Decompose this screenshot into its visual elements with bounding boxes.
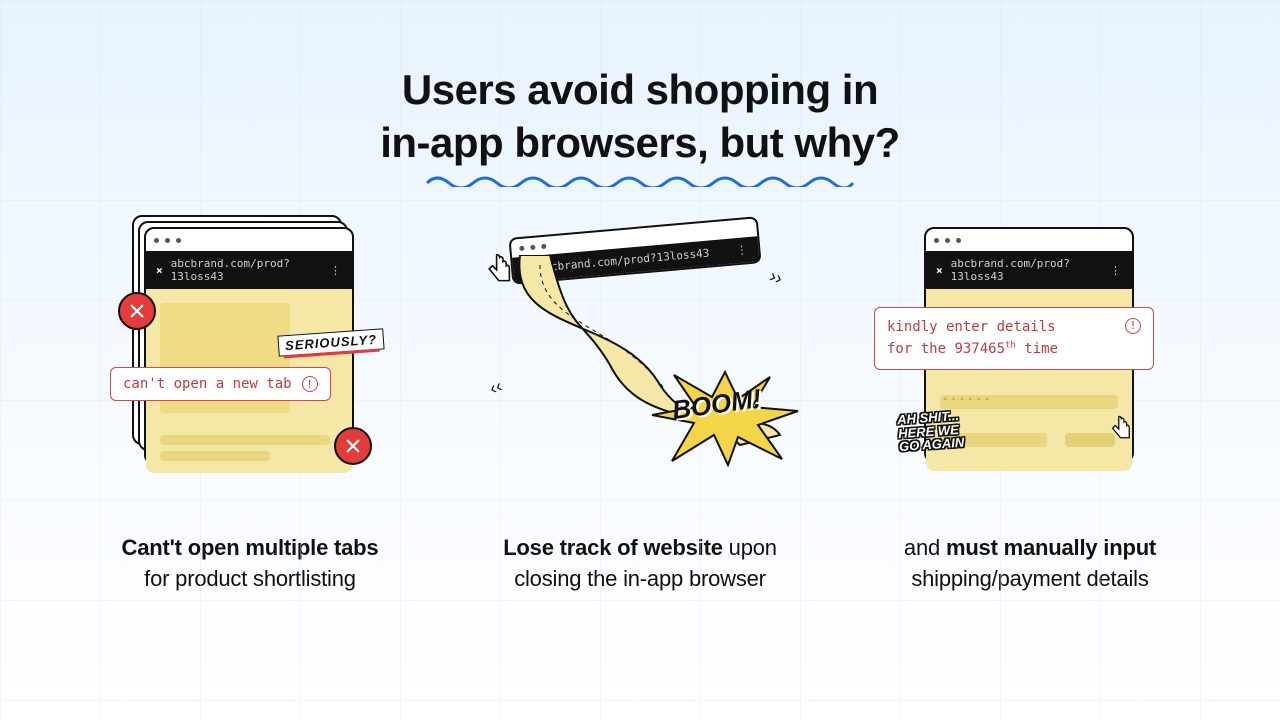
close-tab-icon: × xyxy=(156,264,163,277)
address-url: abcbrand.com/prod?13loss43 xyxy=(951,257,1102,283)
browser-titlebar xyxy=(146,229,352,251)
callout-no-new-tab: can't open a new tab ! xyxy=(110,367,331,401)
caption-1: Cant't open multiple tabs for product sh… xyxy=(70,533,430,595)
illustration-row: × abcbrand.com/prod?13loss43 ⋮ SERIOUSLY… xyxy=(0,187,1280,517)
warning-icon: ! xyxy=(302,376,318,392)
kebab-menu-icon: ⋮ xyxy=(330,264,342,277)
panel-manual-input: × abcbrand.com/prod?13loss43 ⋮ ! kindly … xyxy=(860,227,1200,517)
form-button-placeholder xyxy=(1065,433,1115,447)
close-tab-icon: × xyxy=(936,264,943,277)
panel-tabs: × abcbrand.com/prod?13loss43 ⋮ SERIOUSLY… xyxy=(80,227,420,517)
headline-line2: in-app browsers, but why? xyxy=(0,117,1280,170)
form-field-placeholder xyxy=(940,395,1118,409)
captions-row: Cant't open multiple tabs for product sh… xyxy=(0,517,1280,595)
panel-lose-track: × abcbrand.com/prod?13loss43 ⋮ BOOM! ›› … xyxy=(450,227,830,517)
caption-3: and must manually input shipping/payment… xyxy=(850,533,1210,595)
callout-enter-details: ! kindly enter details for the 937465th … xyxy=(874,307,1154,370)
address-bar: × abcbrand.com/prod?13loss43 ⋮ xyxy=(146,251,352,289)
caption-2: Lose track of website upon closing the i… xyxy=(460,533,820,595)
error-badge-icon xyxy=(334,427,372,465)
warning-icon: ! xyxy=(1125,318,1141,334)
callout-text: can't open a new tab xyxy=(123,376,292,392)
kebab-menu-icon: ⋮ xyxy=(1110,264,1122,277)
callout-line2: for the 937465th time xyxy=(887,341,1058,357)
sticker-here-we-go-again: ah shit... here we go again xyxy=(897,405,1020,454)
headline: Users avoid shopping in in-app browsers,… xyxy=(0,0,1280,187)
error-badge-icon xyxy=(118,292,156,330)
squiggle-underline-icon xyxy=(425,173,855,187)
hand-cursor-icon xyxy=(486,253,520,287)
hand-cursor-icon xyxy=(1110,415,1138,443)
headline-line1: Users avoid shopping in xyxy=(0,64,1280,117)
address-url: abcbrand.com/prod?13loss43 xyxy=(171,257,322,283)
callout-line1: kindly enter details xyxy=(887,319,1056,335)
